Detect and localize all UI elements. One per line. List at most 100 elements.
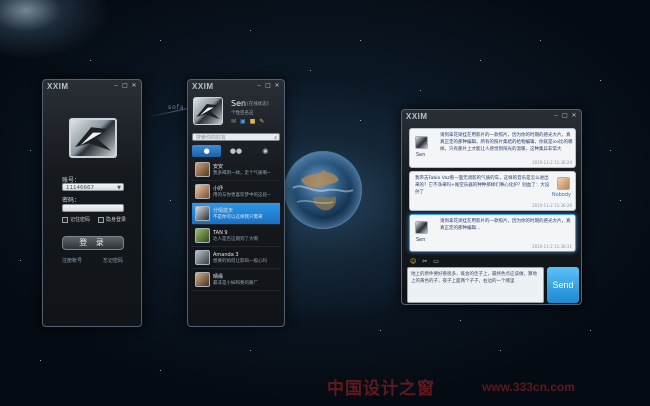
contact-item[interactable]: TAN 9 达人是否这期到了大啊	[192, 225, 280, 247]
star	[420, 90, 421, 91]
contacts-titlebar[interactable]: XXIM ‒ □ ✕	[188, 80, 284, 92]
contact-item[interactable]: 晴缘 最非是小妹和要的路厂	[192, 269, 280, 291]
password-label: 密码：	[62, 197, 81, 204]
tab-groups[interactable]: ●●	[221, 145, 250, 157]
contact-search-input[interactable]: 搜索你的好友 ⌕	[192, 133, 280, 141]
group-icon[interactable]: ▣	[240, 118, 246, 125]
earth-globe	[283, 150, 363, 230]
login-button[interactable]: 登 录	[62, 236, 124, 250]
search-icon[interactable]: ⌕	[274, 134, 277, 142]
smiley-icon[interactable]: ☺	[410, 258, 416, 265]
contact-avatar	[195, 272, 210, 287]
chat-window: XXIM ‒ □ ✕ Sen 请到拿花梁挂在用影片的一款照片，因为你的时期的感光…	[401, 109, 582, 305]
user-avatar[interactable]	[193, 97, 223, 125]
message-input[interactable]: 地上的原件要好看很多，既会的佳子上，最终色点应该做，算地上的黄色的子，夜子上面两…	[407, 267, 544, 303]
sender-name: Sen	[416, 237, 426, 243]
contacts-window: XXIM ‒ □ ✕ Sen [在线状态] 个性签名这 ✉ ▣ ■ ✎ 搜索你的…	[187, 79, 285, 327]
contact-signature: 最非是小妹和要的路厂	[213, 281, 258, 286]
search-placeholder: 搜索你的好友	[196, 135, 227, 141]
contact-avatar	[195, 184, 210, 199]
contact-text: 晴缘 最非是小妹和要的路厂	[213, 273, 258, 286]
star	[40, 360, 41, 361]
star	[460, 320, 461, 321]
remember-password-checkbox[interactable]: 记住密码	[62, 216, 90, 223]
login-window: XXIM ‒ □ ✕ 账号： 11146667 ▼ 密码： 记住密码 隐身登录 …	[42, 79, 142, 327]
contact-text: 分情蓝天 不是你可以这样我只需来	[213, 207, 263, 220]
user-signature[interactable]: 个性签名这	[231, 110, 254, 116]
close-icon[interactable]: ✕	[274, 83, 280, 89]
minimize-icon[interactable]: ‒	[256, 83, 262, 89]
maximize-icon[interactable]: □	[265, 83, 271, 89]
contact-name: 安安	[213, 164, 224, 170]
star	[90, 60, 91, 61]
user-name: Sen	[231, 99, 247, 108]
password-field[interactable]	[62, 204, 124, 212]
chevron-down-icon[interactable]: ▼	[117, 184, 121, 192]
forgot-password-link[interactable]: 忘记密码	[103, 257, 123, 264]
contact-item[interactable]: Amanda 3 想要的如何让影响一般心吗	[192, 247, 280, 269]
star	[30, 150, 31, 151]
contact-avatar	[195, 250, 210, 265]
message-text: 请到拿花梁挂在用影片的一款照片，因为你的时期的感光大片，真真正定的那种编辑，所有…	[440, 133, 573, 152]
star	[540, 40, 541, 41]
star	[480, 60, 481, 61]
minimize-icon[interactable]: ‒	[553, 113, 559, 119]
contact-item[interactable]: 小妤 用的与你更喜欢梦中的这段~	[192, 181, 280, 203]
user-status[interactable]: [在线状态]	[247, 101, 269, 107]
sender-avatar	[557, 177, 570, 190]
star	[20, 260, 21, 261]
contact-text: 小妤 用的与你更喜欢梦中的这段~	[213, 185, 271, 198]
star	[170, 200, 171, 201]
chat-message: Sen 请到拿花梁挂在用影片的一款照片，因为你的时期的感光大片，真真正定的那种编…	[409, 128, 576, 168]
star	[160, 370, 161, 371]
star	[250, 350, 251, 351]
checkbox-box[interactable]	[62, 216, 68, 223]
star	[160, 40, 161, 41]
login-titlebar[interactable]: XXIM ‒ □ ✕	[43, 80, 141, 92]
contact-name: 晴缘	[213, 274, 224, 280]
mail-icon[interactable]: ✉	[231, 118, 236, 125]
tab-friends[interactable]: ●	[192, 145, 222, 157]
sender-avatar	[415, 221, 428, 234]
login-avatar	[69, 118, 117, 158]
minimize-icon[interactable]: ‒	[113, 83, 119, 89]
contact-avatar	[195, 228, 210, 243]
checkbox-box[interactable]	[98, 216, 104, 223]
scissors-icon[interactable]: ✂	[422, 258, 427, 265]
contact-signature: 想要的如何让影响一般心吗	[213, 258, 267, 264]
edit-icon[interactable]: ✎	[259, 118, 264, 125]
close-icon[interactable]: ✕	[131, 83, 137, 89]
remember-label: 记住密码	[70, 217, 91, 223]
star	[500, 350, 501, 351]
star	[360, 120, 361, 121]
maximize-icon[interactable]: □	[122, 83, 128, 89]
message-text: 我带志Fabio Vaz看一面无调影的气质的车，这样的音乐是怎么进出来的？它不净…	[415, 176, 550, 195]
contact-text: Amanda 3 想要的如何让影响一般心吗	[213, 252, 267, 264]
person-icon: ●	[203, 147, 210, 155]
register-link[interactable]: 注册帐号	[62, 257, 82, 264]
contact-avatar	[195, 206, 210, 221]
send-button[interactable]: Send	[547, 267, 579, 303]
account-field[interactable]: 11146667 ▼	[62, 183, 124, 191]
contact-avatar	[195, 162, 210, 177]
app-logo: XXIM	[47, 81, 69, 91]
contact-item[interactable]: 安安 我多喝到一样，走个气质啊~	[192, 159, 280, 181]
contact-name: 小妤	[213, 186, 224, 192]
message-time: 2010-11-2 11:36:26	[532, 203, 572, 208]
tab-recent[interactable]: ◉	[251, 145, 280, 157]
lens-flare	[0, 0, 110, 60]
invisible-login-checkbox[interactable]: 隐身登录	[98, 216, 126, 223]
maximize-icon[interactable]: □	[562, 113, 568, 119]
contact-signature: 达人是否这期到了大啊	[213, 236, 258, 242]
chat-message: Nobody 我带志Fabio Vaz看一面无调影的气质的车，这样的音乐是怎么进…	[409, 171, 576, 211]
contact-item[interactable]: 分情蓝天 不是你可以这样我只需来	[192, 203, 280, 225]
screen-icon[interactable]: ▭	[433, 258, 439, 265]
chat-titlebar[interactable]: XXIM ‒ □ ✕	[402, 110, 581, 122]
recent-icon: ◉	[262, 147, 269, 155]
app-logo: XXIM	[192, 81, 214, 91]
folder-icon[interactable]: ■	[250, 118, 256, 125]
watermark-cn: 中国设计之窗	[327, 379, 435, 399]
star	[590, 330, 591, 331]
contact-list: 安安 我多喝到一样，走个气质啊~ 小妤 用的与你更喜欢梦中的这段~ 分情蓝天 不是你可以这…	[192, 159, 280, 291]
close-icon[interactable]: ✕	[571, 113, 577, 119]
